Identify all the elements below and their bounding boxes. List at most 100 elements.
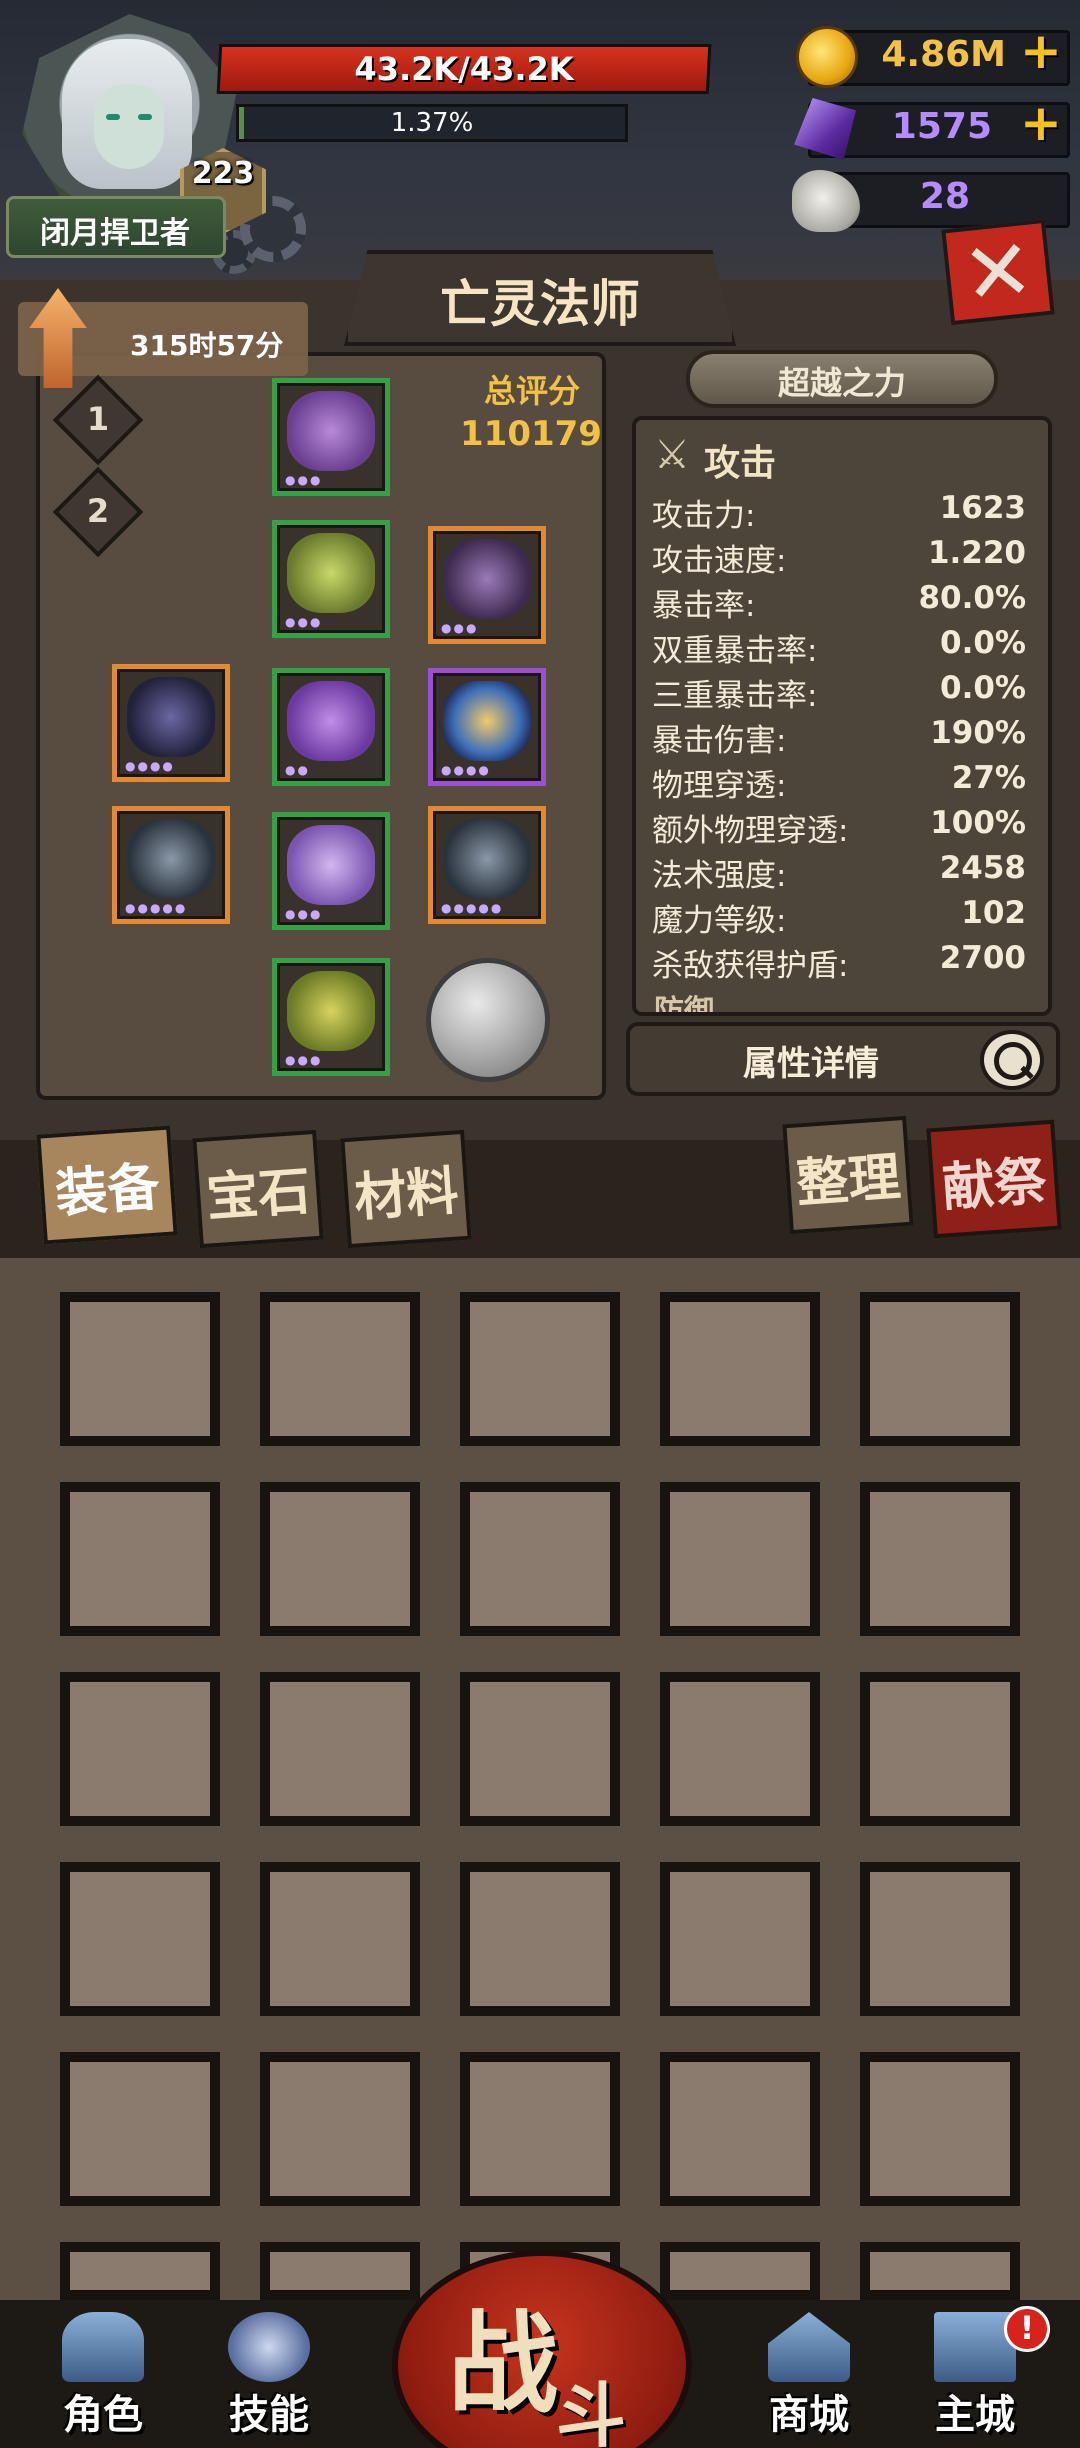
inventory-slot[interactable]	[260, 1292, 420, 1446]
inventory-slot[interactable]	[860, 2242, 1020, 2300]
necklace-slot[interactable]: ●●●●	[112, 664, 230, 782]
stat-row: 暴击率: 80.0%	[652, 580, 1026, 624]
dragon-ring-item-icon	[127, 819, 215, 899]
boots-slot[interactable]: ●●●	[272, 958, 390, 1076]
shop-tent-icon	[768, 2312, 850, 2382]
purple-claw-item-icon	[443, 539, 531, 619]
inventory-slot[interactable]	[460, 2052, 620, 2206]
helmet-slot[interactable]: ●●●	[272, 378, 390, 496]
inventory-slot[interactable]	[60, 2242, 220, 2300]
empty-seal-slot[interactable]	[426, 958, 550, 1082]
inventory-slot[interactable]	[260, 1672, 420, 1826]
orb-slot[interactable]: ●●●●	[428, 668, 546, 786]
inventory-slot[interactable]	[460, 1862, 620, 2016]
gloves-slot[interactable]: ●●	[272, 668, 390, 786]
gem-amount: 1575	[891, 106, 992, 147]
inventory-slot[interactable]	[860, 2052, 1020, 2206]
defense-section-title: 防御	[654, 994, 714, 1012]
hp-text: 43.2K/43.2K	[354, 50, 574, 88]
exp-text: 1.37%	[390, 108, 474, 138]
transcend-power-label: 超越之力	[777, 364, 906, 402]
stat-row: 杀敌获得护盾: 2700	[652, 940, 1026, 984]
arcane-orb-item-icon	[443, 681, 531, 761]
ring-left-slot[interactable]: ●●●●●	[112, 806, 230, 924]
inventory-slot[interactable]	[660, 1672, 820, 1826]
tab-materials[interactable]: 材料	[340, 1129, 472, 1249]
add-gems-button[interactable]: +	[1020, 94, 1062, 152]
gold-amount: 4.86M	[881, 34, 1006, 75]
nav-main-city-label: 主城	[935, 2392, 1015, 2438]
inventory-slot[interactable]	[60, 1292, 220, 1446]
fight-label-2: 斗	[556, 2375, 626, 2448]
inventory-slot[interactable]	[460, 1672, 620, 1826]
nav-skills[interactable]: 技能	[194, 2306, 344, 2438]
inventory-slot[interactable]	[260, 2052, 420, 2206]
close-button[interactable]: ✕	[941, 218, 1055, 326]
search-icon[interactable]	[980, 1030, 1044, 1090]
sacrifice-button[interactable]: 献祭	[926, 1119, 1062, 1239]
stat-row: 攻击力: 1623	[652, 490, 1026, 534]
crossed-swords-icon: ⚔	[654, 432, 690, 478]
inventory-slot[interactable]	[860, 1292, 1020, 1446]
nav-character[interactable]: 角色	[28, 2306, 178, 2438]
armor-slot[interactable]: ●●●	[272, 520, 390, 638]
inventory-slot[interactable]	[60, 1672, 220, 1826]
attack-section-title: 攻击	[704, 443, 777, 484]
inventory-slot[interactable]	[260, 1862, 420, 2016]
ruffled-skirt-item-icon	[287, 825, 375, 905]
loadout-preset-2-label: 2	[86, 492, 110, 530]
loadout-preset-1-label: 1	[86, 400, 110, 438]
flower-helmet-item-icon	[287, 391, 375, 471]
inventory-slot[interactable]	[860, 1862, 1020, 2016]
inventory-slot[interactable]	[260, 2242, 420, 2300]
dragon-ring-item-icon	[443, 819, 531, 899]
stat-row: 物理穿透: 27%	[652, 760, 1026, 804]
stat-row: 魔力等级: 102	[652, 895, 1026, 939]
inventory-slot[interactable]	[60, 2052, 220, 2206]
upgrade-timer: 315时57分	[130, 329, 284, 362]
violet-gloves-item-icon	[287, 681, 375, 761]
inventory-slot[interactable]	[860, 1672, 1020, 1826]
ring-right-slot[interactable]: ●●●●●	[428, 806, 546, 924]
stat-row: 攻击速度: 1.220	[652, 535, 1026, 579]
nav-skills-label: 技能	[229, 2392, 309, 2438]
inventory-slot[interactable]	[460, 1292, 620, 1446]
gold-coin-icon	[796, 26, 858, 88]
inventory-slot[interactable]	[660, 1482, 820, 1636]
inventory-slot[interactable]	[460, 1482, 620, 1636]
stat-row: 三重暴击率: 0.0%	[652, 670, 1026, 714]
nav-shop-label: 商城	[769, 2392, 849, 2438]
total-score-value: 110179	[460, 414, 602, 454]
tab-gems[interactable]: 宝石	[192, 1129, 324, 1249]
player-level: 223	[191, 156, 255, 191]
sort-button[interactable]: 整理	[782, 1115, 914, 1235]
inventory-slot[interactable]	[260, 1482, 420, 1636]
total-score-label: 总评分	[483, 372, 580, 410]
notification-badge: !	[1004, 2306, 1050, 2352]
inventory-slot[interactable]	[660, 1292, 820, 1446]
vine-boots-item-icon	[287, 971, 375, 1051]
player-title: 闭月捍卫者	[40, 216, 190, 251]
stat-row: 额外物理穿透: 100%	[652, 805, 1026, 849]
class-title: 亡灵法师	[440, 275, 640, 333]
tab-equipment[interactable]: 装备	[36, 1125, 178, 1245]
leaf-robe-item-icon	[287, 533, 375, 613]
nav-shop[interactable]: 商城	[734, 2306, 884, 2438]
attribute-details-label: 属性详情	[743, 1044, 879, 1084]
add-gold-button[interactable]: +	[1020, 22, 1062, 80]
skull-amount: 28	[919, 176, 970, 217]
inventory-slot[interactable]	[660, 1862, 820, 2016]
pants-slot[interactable]: ●●●	[272, 812, 390, 930]
stat-row: 双重暴击率: 0.0%	[652, 625, 1026, 669]
inventory-slot[interactable]	[60, 1482, 220, 1636]
stat-row: 暴击伤害: 190%	[652, 715, 1026, 759]
inventory-slot[interactable]	[60, 1862, 220, 2016]
inventory-slot[interactable]	[660, 2242, 820, 2300]
stat-row: 法术强度: 2458	[652, 850, 1026, 894]
inventory-slot[interactable]	[860, 1482, 1020, 1636]
helmet-icon	[62, 2312, 144, 2382]
nav-character-label: 角色	[63, 2392, 143, 2438]
claw-offhand-slot[interactable]: ●●●	[428, 526, 546, 644]
inventory-slot[interactable]	[660, 2052, 820, 2206]
swirl-icon	[228, 2312, 310, 2382]
